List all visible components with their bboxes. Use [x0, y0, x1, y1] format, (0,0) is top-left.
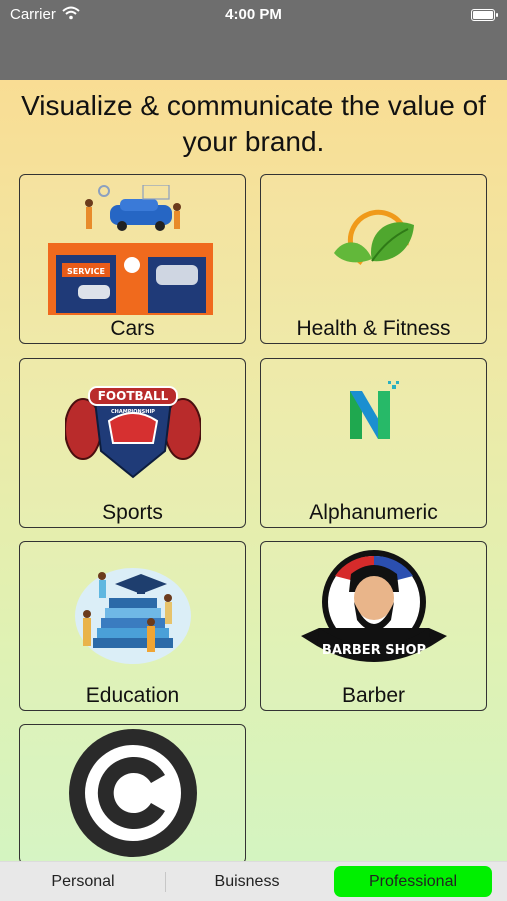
car-service-illustration: SERVICE: [47, 185, 213, 315]
tab-business[interactable]: Buisness: [168, 866, 326, 897]
leaf-logo-icon: [333, 209, 414, 266]
card-label: Sports: [102, 501, 163, 524]
card-cars[interactable]: SERVICE Cars: [19, 174, 246, 344]
svg-text:SERVICE: SERVICE: [67, 267, 105, 276]
segmented-control: Personal Buisness Professional: [0, 861, 507, 901]
education-books-illustration: [74, 568, 191, 664]
tab-personal[interactable]: Personal: [4, 866, 162, 897]
card-education[interactable]: Education: [19, 541, 246, 711]
card-label: Health & Fitness: [296, 317, 451, 340]
clock: 4:00 PM: [225, 6, 282, 23]
card-alphanumeric[interactable]: Alphanumeric: [260, 358, 487, 528]
letter-n-logo: [349, 381, 399, 439]
tab-divider: [165, 872, 166, 892]
card-label: Alphanumeric: [309, 501, 438, 524]
card-barber[interactable]: BARBER SHOP Barber: [260, 541, 487, 711]
tab-professional[interactable]: Professional: [334, 866, 492, 897]
main-content: Visualize & communicate the value of you…: [0, 80, 507, 900]
svg-text:BARBER SHOP: BARBER SHOP: [321, 643, 425, 658]
page-title: Visualize & communicate the value of you…: [21, 90, 486, 157]
card-label: Cars: [110, 317, 155, 340]
card-copyright[interactable]: [19, 724, 246, 864]
card-sports[interactable]: FOOTBALL CHAMPIONSHIP Sports: [19, 358, 246, 528]
football-championship-logo: FOOTBALL CHAMPIONSHIP: [64, 386, 201, 479]
svg-text:FOOTBALL: FOOTBALL: [97, 389, 168, 403]
status-bar: Carrier 4:00 PM: [0, 0, 507, 80]
svg-text:CHAMPIONSHIP: CHAMPIONSHIP: [111, 409, 155, 415]
barber-shop-logo: BARBER SHOP: [300, 550, 447, 662]
card-label: Barber: [341, 684, 406, 707]
battery-icon: [471, 9, 498, 21]
card-label: Education: [85, 684, 180, 707]
copyright-logo: [68, 729, 197, 857]
card-health-fitness[interactable]: Health & Fitness: [260, 174, 487, 344]
